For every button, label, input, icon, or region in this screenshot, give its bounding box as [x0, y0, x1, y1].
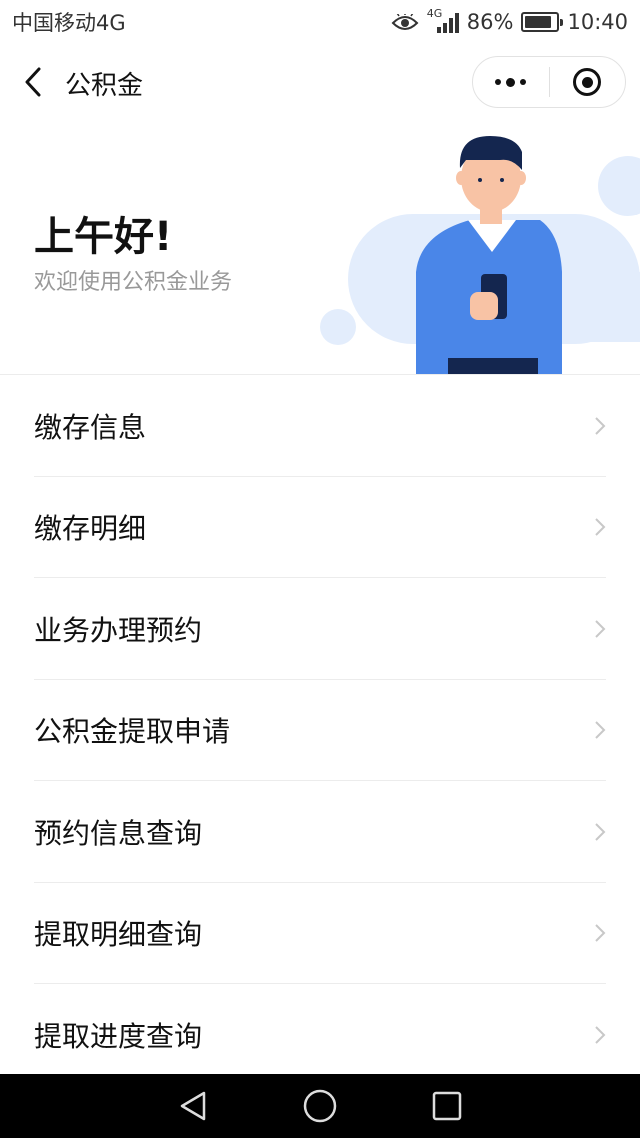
welcome-subtitle: 欢迎使用公积金业务 — [34, 270, 233, 295]
chevron-right-icon — [595, 721, 606, 739]
chevron-left-icon[interactable] — [18, 64, 48, 100]
chevron-right-icon — [595, 620, 606, 638]
net-type-label: 4G — [426, 7, 443, 20]
system-nav-bar — [0, 1074, 640, 1138]
menu-item-appointment-query[interactable]: 预约信息查询 — [0, 781, 640, 883]
chevron-right-icon — [595, 518, 606, 536]
square-recents-icon — [432, 1091, 461, 1121]
menu-item-label: 缴存明细 — [34, 512, 147, 546]
close-button[interactable] — [550, 57, 626, 107]
hero-banner: 上午好! 欢迎使用公积金业务 — [0, 122, 640, 374]
eye-icon — [391, 12, 419, 31]
menu-item-deposit-info[interactable]: 缴存信息 — [0, 375, 640, 477]
menu-item-label: 缴存信息 — [34, 410, 147, 444]
menu-item-label: 公积金提取申请 — [34, 715, 231, 749]
battery-fill — [525, 16, 552, 28]
system-back-button[interactable] — [171, 1084, 215, 1128]
menu-list: 缴存信息 缴存明细 业务办理预约 公积金提取申请 预约信息查询 提取明细查询 提… — [0, 375, 640, 1086]
mini-program-capsule — [472, 56, 626, 108]
menu-item-withdrawal-application[interactable]: 公积金提取申请 — [0, 680, 640, 782]
chevron-right-icon — [595, 924, 606, 942]
menu-item-withdrawal-details-query[interactable]: 提取明细查询 — [0, 883, 640, 985]
circle-home-icon — [303, 1089, 337, 1123]
page-title: 公积金 — [65, 71, 144, 101]
battery-icon — [521, 12, 564, 32]
triangle-back-icon — [181, 1091, 206, 1121]
chevron-right-icon — [595, 1026, 606, 1044]
chevron-right-icon — [595, 417, 606, 435]
more-dots-icon — [495, 77, 527, 87]
nav-bar: 公积金 — [0, 44, 640, 122]
menu-item-deposit-details[interactable]: 缴存明细 — [0, 477, 640, 579]
system-recents-button[interactable] — [425, 1084, 469, 1128]
menu-item-label: 提取进度查询 — [34, 1019, 203, 1053]
carrier-label: 中国移动4G — [12, 11, 126, 35]
more-button[interactable] — [473, 57, 549, 107]
chevron-right-icon — [595, 823, 606, 841]
system-home-button[interactable] — [298, 1084, 342, 1128]
menu-item-label: 预约信息查询 — [34, 816, 203, 850]
signal-icon: 4G — [427, 7, 459, 33]
target-icon — [573, 68, 602, 96]
greeting-heading: 上午好! — [34, 214, 173, 260]
status-bar: 中国移动4G 4G 86% 10:40 — [0, 0, 640, 44]
menu-item-withdrawal-progress-query[interactable]: 提取进度查询 — [0, 984, 640, 1086]
battery-percent: 86% — [466, 10, 514, 34]
clock: 10:40 — [567, 10, 628, 34]
menu-item-business-appointment[interactable]: 业务办理预约 — [0, 578, 640, 680]
menu-item-label: 提取明细查询 — [34, 918, 203, 952]
menu-item-label: 业务办理预约 — [34, 613, 203, 647]
